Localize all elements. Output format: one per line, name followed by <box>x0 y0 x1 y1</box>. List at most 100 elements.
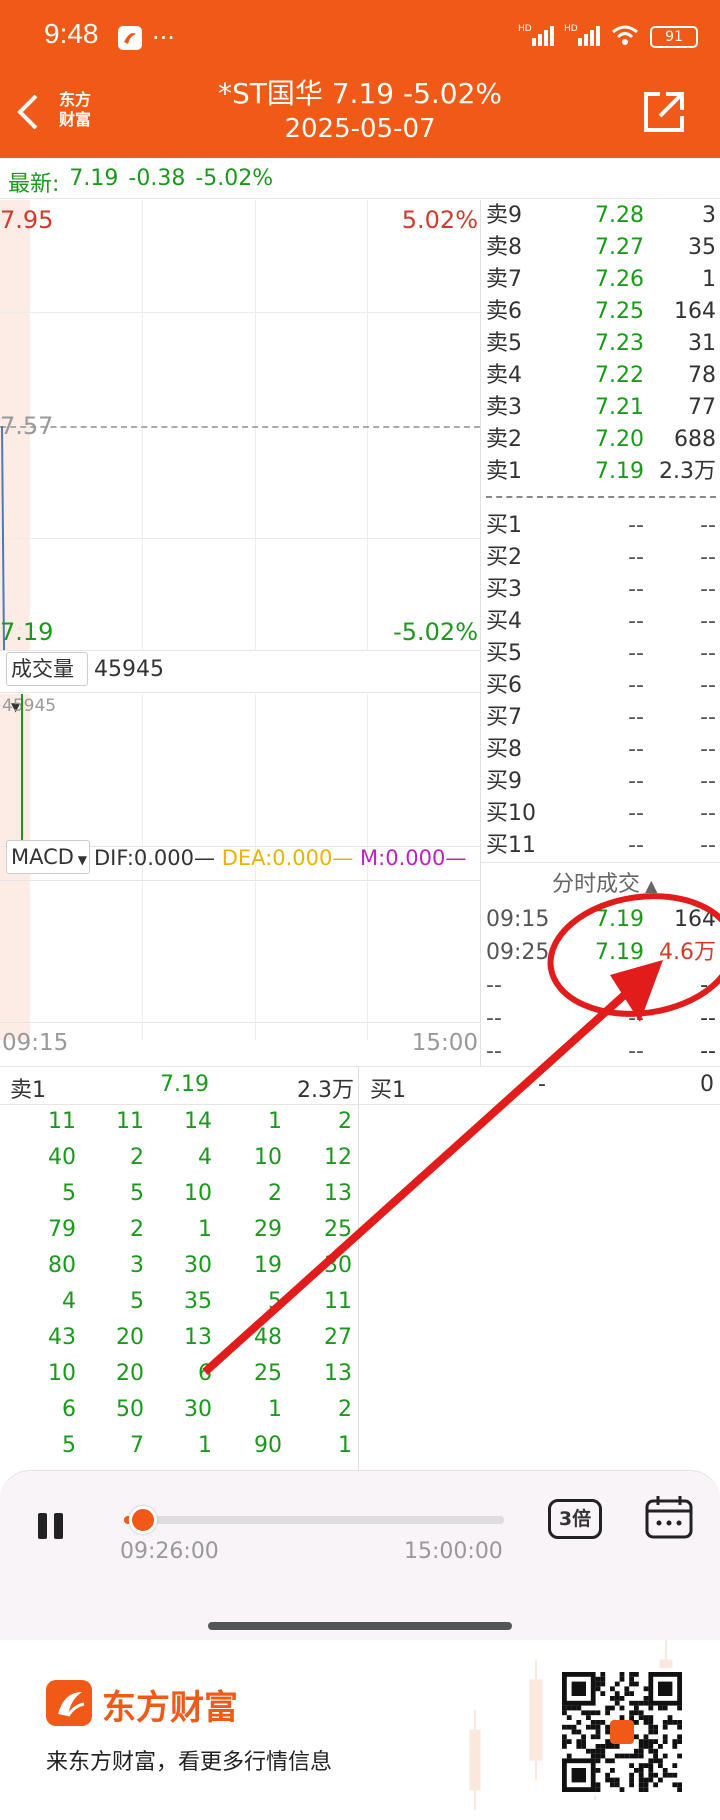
tick-row: -- -- -- <box>486 970 720 1002</box>
orderbook-sell-row[interactable]: 卖2 7.20 688 <box>486 424 720 456</box>
footer-banner: 东方财富 来东方财富，看更多行情信息 <box>0 1640 720 1820</box>
queue-cell: 80 <box>48 1253 76 1278</box>
orderbook-sell-row[interactable]: 卖8 7.27 35 <box>486 232 720 264</box>
brand-slogan: 来东方财富，看更多行情信息 <box>46 1750 333 1775</box>
home-indicator[interactable] <box>208 1622 512 1630</box>
intraday-chart[interactable]: 7.95 5.02% 7.57 7.19 -5.02% 成交量 ▼ 45945 … <box>0 200 480 1070</box>
buy-level-label: 买5 <box>486 641 522 666</box>
tick-header[interactable]: 分时成交 ▲ <box>552 866 657 898</box>
tick-row: 09:25 7.19 4.6万 <box>486 937 720 969</box>
buy-level-label: 买8 <box>486 737 522 762</box>
tick-price: -- <box>628 1006 644 1031</box>
progress-track[interactable] <box>124 1506 504 1534</box>
buy-volume: -- <box>700 769 716 794</box>
queue-cell: 4 <box>198 1145 212 1170</box>
volume-indicator-select[interactable]: 成交量 ▼ <box>6 652 88 714</box>
sell-level-label: 卖5 <box>486 331 522 356</box>
share-icon[interactable] <box>642 90 686 138</box>
orderbook-buy-row[interactable]: 买3 -- -- <box>486 574 720 606</box>
queue-cell: 7 <box>130 1433 144 1458</box>
chevron-down-icon: ▼ <box>73 853 87 867</box>
orderbook-buy-row[interactable]: 买6 -- -- <box>486 670 720 702</box>
orderbook-buy-row[interactable]: 买11 -- -- <box>486 830 720 862</box>
queue-cell: 4 <box>62 1289 76 1314</box>
macd-values: DIF:0.000— DEA:0.000— M:0.000— <box>94 846 467 870</box>
macd-dea: DEA:0.000 <box>221 846 333 870</box>
buy-price: -- <box>628 769 644 794</box>
orderbook-sell-row[interactable]: 卖1 7.19 2.3万 <box>486 456 720 488</box>
queue-cell: 29 <box>254 1217 282 1242</box>
queue-cell: 1 <box>338 1433 352 1458</box>
queue-cell: 2 <box>130 1217 144 1242</box>
sell-volume: 35 <box>688 235 716 260</box>
sell-price: 7.25 <box>595 299 644 324</box>
sell-level-label: 卖4 <box>486 363 522 388</box>
buy-price: -- <box>628 737 644 762</box>
queue-cell: 6 <box>198 1361 212 1386</box>
caret-up-icon: ▲ <box>640 876 658 895</box>
brand-logo-icon <box>46 1680 92 1726</box>
buy-price: -- <box>628 513 644 538</box>
queue-buy-label: 买1 <box>370 1078 406 1103</box>
buy-volume: -- <box>700 641 716 666</box>
buy-volume: -- <box>700 545 716 570</box>
queue-cell: 5 <box>62 1433 76 1458</box>
queue-cell: 50 <box>116 1397 144 1422</box>
buy-level-label: 买1 <box>486 513 522 538</box>
orderbook-buy-row[interactable]: 买5 -- -- <box>486 638 720 670</box>
pause-button[interactable] <box>36 1511 66 1545</box>
buy-volume: -- <box>700 577 716 602</box>
sell-level-label: 卖6 <box>486 299 522 324</box>
tick-price: -- <box>628 973 644 998</box>
orderbook-buy-row[interactable]: 买10 -- -- <box>486 798 720 830</box>
buy-level-label: 买10 <box>486 801 536 826</box>
orderbook-sell-row[interactable]: 卖4 7.22 78 <box>486 360 720 392</box>
orderbook-sell-row[interactable]: 卖7 7.26 1 <box>486 264 720 296</box>
orderbook-buy-row[interactable]: 买2 -- -- <box>486 542 720 574</box>
macd-indicator-select[interactable]: MACD ▼ <box>6 840 90 874</box>
svg-text:HD: HD <box>564 24 578 34</box>
orderbook-buy-row[interactable]: 买4 -- -- <box>486 606 720 638</box>
volume-value: 45945 <box>94 657 164 682</box>
sell-price: 7.27 <box>595 235 644 260</box>
pct-low-label: -5.02% <box>393 618 478 646</box>
buy-level-label: 买11 <box>486 833 536 858</box>
speed-button[interactable]: 3倍 <box>548 1499 602 1539</box>
orderbook-sell-row[interactable]: 卖3 7.21 77 <box>486 392 720 424</box>
buy-volume: -- <box>700 609 716 634</box>
more-notifications-icon: ··· <box>152 24 175 52</box>
queue-cell: 10 <box>184 1181 212 1206</box>
sell-price: 7.19 <box>595 459 644 484</box>
calendar-icon[interactable] <box>644 1493 694 1545</box>
status-time: 9:48 <box>44 18 99 49</box>
sell-volume: 78 <box>688 363 716 388</box>
tick-price: 7.19 <box>595 907 644 932</box>
app-header: 9:48 ··· HD HD 91 东方 财富 *ST国华 7.19 -5.02… <box>0 0 720 158</box>
buy-price: -- <box>628 705 644 730</box>
gesture-bar-area <box>0 1610 720 1640</box>
latest-quote: 最新: 7.19 -0.38 -5.02% <box>8 166 273 198</box>
orderbook-sell-row[interactable]: 卖6 7.25 164 <box>486 296 720 328</box>
buy-volume: -- <box>700 833 716 858</box>
orderbook-buy-row[interactable]: 买8 -- -- <box>486 734 720 766</box>
sell-price: 7.23 <box>595 331 644 356</box>
divider <box>0 198 720 199</box>
orderbook-buy-row[interactable]: 买1 -- -- <box>486 510 720 542</box>
chart-divider <box>480 200 481 1066</box>
latest-price: 7.19 <box>69 166 119 191</box>
orderbook-sell-row[interactable]: 卖9 7.28 3 <box>486 200 720 232</box>
trade-date: 2025-05-07 <box>284 114 436 144</box>
orderbook-buy-row[interactable]: 买9 -- -- <box>486 766 720 798</box>
orderbook-buy-row[interactable]: 买7 -- -- <box>486 702 720 734</box>
buy-price: -- <box>628 801 644 826</box>
macd-dif: DIF:0.000 <box>94 846 195 870</box>
queue-cell: 13 <box>324 1181 352 1206</box>
sell-volume: 164 <box>674 299 716 324</box>
orderbook-sell-row[interactable]: 卖5 7.23 31 <box>486 328 720 360</box>
buy-volume: -- <box>700 801 716 826</box>
progress-handle[interactable] <box>129 1506 157 1534</box>
tick-row: -- -- -- <box>486 1036 720 1068</box>
signal-1-icon: HD <box>518 22 554 52</box>
brand-name: 东方财富 <box>102 1688 238 1728</box>
queue-cell: 25 <box>254 1361 282 1386</box>
